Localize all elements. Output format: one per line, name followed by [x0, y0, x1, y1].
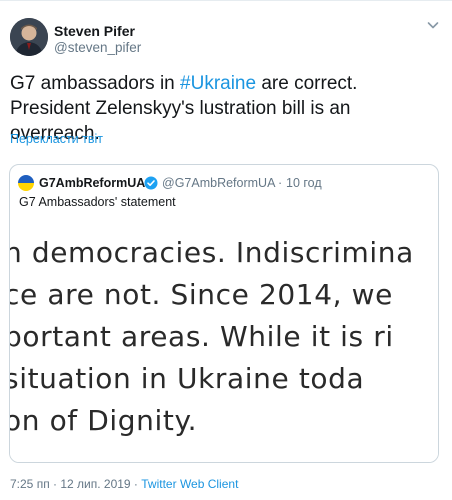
tweet-client-link[interactable]: Twitter Web Client — [141, 477, 238, 491]
quoted-author-handle[interactable]: @G7AmbReformUA — [162, 176, 275, 190]
tweet-metadata: 7:25 пп · 12 лип. 2019 · Twitter Web Cli… — [10, 477, 238, 491]
quoted-separator: · — [278, 176, 283, 190]
tweet-card: Steven Pifer @steven_pifer G7 ambassador… — [0, 0, 452, 500]
hashtag-link[interactable]: #Ukraine — [180, 73, 256, 94]
statement-line: situation in Ukraine toda — [10, 362, 365, 395]
quoted-tweet[interactable]: G7AmbReformUA @G7AmbReformUA · 10 год G7… — [9, 164, 439, 463]
chevron-down-icon[interactable] — [425, 17, 441, 33]
author-avatar[interactable] — [10, 18, 48, 56]
quoted-time[interactable]: 10 год — [286, 176, 322, 190]
statement-line: portant areas. While it is ri — [10, 320, 394, 353]
statement-line: n democracies. Indiscrimina — [10, 236, 414, 269]
quoted-statement-image[interactable]: n democracies. Indiscrimina ce are not. … — [10, 220, 438, 462]
tweet-text-before: G7 ambassadors in — [10, 73, 181, 94]
quoted-text: G7 Ambassadors' statement — [19, 195, 176, 209]
tweet-timestamp[interactable]: 7:25 пп · 12 лип. 2019 · — [10, 477, 141, 491]
ukraine-flag-icon — [18, 175, 34, 191]
verified-badge-icon — [144, 176, 158, 190]
author-handle[interactable]: @steven_pifer — [54, 40, 141, 55]
quoted-author-name[interactable]: G7AmbReformUA — [39, 176, 145, 190]
translate-tweet-link[interactable]: Перекласти твіт — [10, 132, 103, 146]
avatar-image — [10, 18, 48, 56]
statement-line: ce are not. Since 2014, we — [10, 278, 393, 311]
statement-line: on of Dignity. — [10, 404, 198, 437]
author-name[interactable]: Steven Pifer — [54, 23, 135, 39]
